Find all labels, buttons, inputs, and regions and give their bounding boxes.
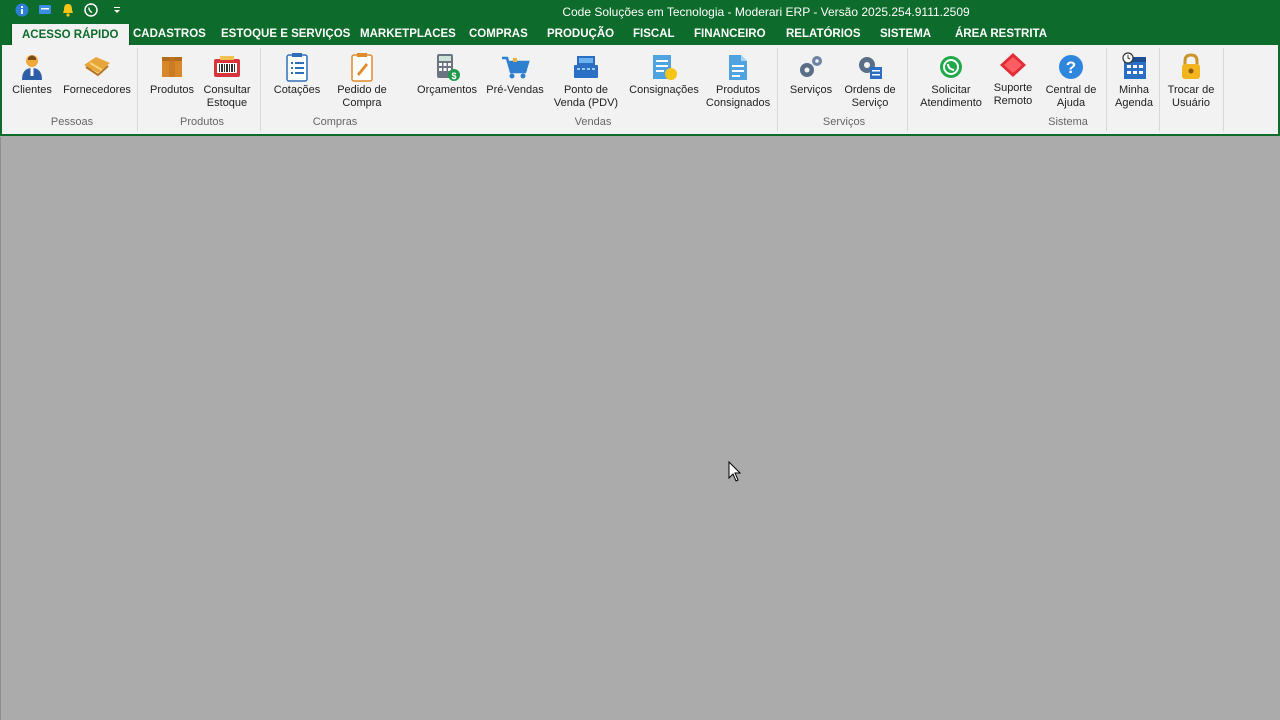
- calendar-icon: [1118, 51, 1150, 83]
- pedido-compra-button[interactable]: Pedido de Compra: [334, 51, 390, 110]
- barcode-icon: [211, 51, 243, 83]
- trocar-usuario-button[interactable]: Trocar de Usuário: [1164, 51, 1218, 110]
- pre-vendas-button[interactable]: Pré-Vendas: [485, 51, 545, 97]
- fornecedores-button[interactable]: Fornecedores: [62, 51, 132, 97]
- tab-estoque-servicos[interactable]: ESTOQUE E SERVIÇOS: [221, 23, 350, 45]
- produtos-button[interactable]: Produtos: [147, 51, 197, 97]
- group-separator: [1106, 48, 1107, 131]
- solicitar-atendimento-button[interactable]: Solicitar Atendimento: [917, 51, 985, 110]
- central-ajuda-button[interactable]: ? Central de Ajuda: [1043, 51, 1099, 110]
- pdv-button[interactable]: Ponto de Venda (PDV): [553, 51, 619, 110]
- minha-agenda-button[interactable]: Minha Agenda: [1112, 51, 1156, 110]
- consignment-doc-icon: [648, 51, 680, 83]
- client-person-icon: [16, 51, 48, 83]
- group-separator: [777, 48, 778, 131]
- group-separator: [137, 48, 138, 131]
- group-separator: [907, 48, 908, 131]
- title-bar: Code Soluções em Tecnologia - Moderari E…: [0, 0, 1280, 23]
- tab-compras[interactable]: COMPRAS: [469, 23, 528, 45]
- box-icon: [156, 51, 188, 83]
- tab-producao[interactable]: PRODUÇÃO: [547, 23, 614, 45]
- lock-icon: [1175, 51, 1207, 83]
- mdi-workspace[interactable]: [0, 137, 1280, 720]
- produtos-consignados-button[interactable]: Produtos Consignados: [705, 51, 771, 110]
- tab-marketplaces[interactable]: MARKETPLACES: [360, 23, 456, 45]
- ribbon-tabs: ACESSO RÁPIDO CADASTROS ESTOQUE E SERVIÇ…: [0, 23, 1280, 46]
- group-label-produtos: Produtos: [179, 116, 225, 128]
- consultar-estoque-button[interactable]: Consultar Estoque: [202, 51, 252, 110]
- tab-area-restrita[interactable]: ÁREA RESTRITA: [955, 23, 1047, 45]
- clipboard-list-icon: [281, 51, 313, 83]
- svg-text:$: $: [451, 71, 456, 81]
- tab-cadastros[interactable]: CADASTROS: [133, 23, 206, 45]
- remote-support-icon: [997, 49, 1029, 81]
- calculator-icon: $: [431, 51, 463, 83]
- group-label-pessoas: Pessoas: [50, 116, 94, 128]
- tab-sistema[interactable]: SISTEMA: [880, 23, 931, 45]
- clientes-button[interactable]: Clientes: [12, 51, 52, 97]
- group-label-compras: Compras: [312, 116, 358, 128]
- orcamentos-button[interactable]: $ Orçamentos: [415, 51, 479, 97]
- consignacoes-button[interactable]: Consignações: [629, 51, 699, 97]
- ribbon-panel: Clientes Fornecedores Pessoas Produtos C…: [0, 45, 1280, 136]
- group-label-sistema: Sistema: [1048, 116, 1088, 128]
- cotacoes-button[interactable]: Cotações: [270, 51, 324, 97]
- order-edit-icon: [346, 51, 378, 83]
- tab-fiscal[interactable]: FISCAL: [633, 23, 675, 45]
- window-title: Code Soluções em Tecnologia - Moderari E…: [562, 5, 970, 19]
- whatsapp-icon: [935, 51, 967, 83]
- service-order-icon: [854, 51, 886, 83]
- tab-acesso-rapido[interactable]: ACESSO RÁPIDO: [11, 24, 130, 46]
- servicos-button[interactable]: Serviços: [786, 51, 836, 97]
- group-separator: [1223, 48, 1224, 131]
- group-separator: [1159, 48, 1160, 131]
- suporte-remoto-button[interactable]: Suporte Remoto: [988, 49, 1038, 108]
- ordens-servico-button[interactable]: Ordens de Serviço: [841, 51, 899, 110]
- tab-relatorios[interactable]: RELATÓRIOS: [786, 23, 861, 45]
- group-label-servicos: Serviços: [822, 116, 866, 128]
- consigned-products-icon: [722, 51, 754, 83]
- cash-register-icon: [570, 51, 602, 83]
- shopping-cart-icon: [499, 51, 531, 83]
- tab-financeiro[interactable]: FINANCEIRO: [694, 23, 766, 45]
- group-separator: [260, 48, 261, 131]
- gears-icon: [795, 51, 827, 83]
- svg-text:?: ?: [1066, 58, 1076, 77]
- handshake-icon: [81, 51, 113, 83]
- group-label-vendas: Vendas: [574, 116, 612, 128]
- help-icon: ?: [1055, 51, 1087, 83]
- mouse-pointer-icon: [728, 460, 742, 488]
